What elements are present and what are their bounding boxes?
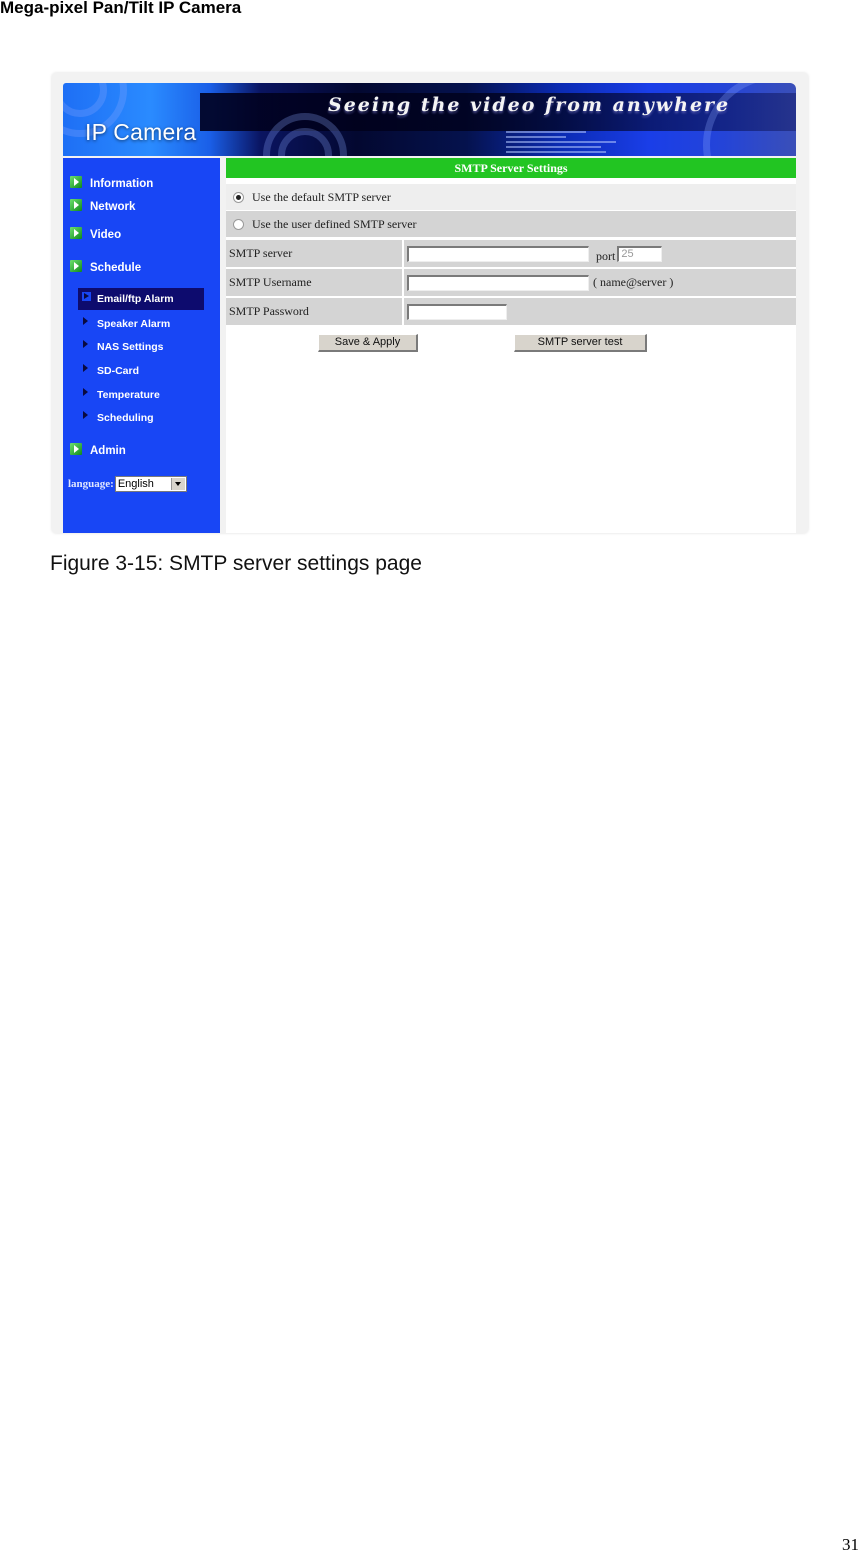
sidebar-subitem-temperature[interactable]: Temperature (83, 388, 160, 401)
smtp-server-cell: port (404, 240, 796, 267)
default-smtp-label: Use the default SMTP server (252, 189, 391, 204)
sidebar-subitem-label: SD-Card (97, 365, 140, 377)
sidebar-subitem-nas-settings[interactable]: NAS Settings (83, 340, 164, 353)
sidebar-subitem-email-ftp-alarm[interactable]: Email/ftp Alarm (78, 288, 204, 310)
sidebar-item-label: Schedule (90, 262, 142, 274)
camera-logo: IP Camera (85, 119, 197, 145)
smtp-username-cell: ( name@server ) (404, 269, 796, 296)
smtp-server-input[interactable] (407, 245, 589, 262)
figure-caption: Figure 3-15: SMTP server settings page (50, 552, 422, 575)
arrow-right-icon (83, 317, 88, 325)
sidebar-item-label: Admin (90, 445, 126, 457)
language-select[interactable]: English (114, 476, 187, 492)
arrow-right-icon (83, 388, 88, 396)
user-smtp-option[interactable]: Use the user defined SMTP server (226, 211, 796, 237)
sidebar-item-network[interactable]: Network (70, 199, 136, 213)
document-header: Mega-pixel Pan/Tilt IP Camera (0, 0, 242, 17)
arrow-right-icon (83, 364, 88, 372)
banner: IP Camera Seeing the video from anywhere (63, 83, 796, 156)
default-smtp-option[interactable]: Use the default SMTP server (226, 184, 796, 210)
green-play-icon (70, 443, 82, 455)
sidebar-item-label: Network (90, 201, 136, 213)
language-label: language: (68, 478, 114, 490)
smtp-server-label: SMTP server (226, 240, 402, 267)
green-play-icon (70, 227, 82, 239)
smtp-server-row: SMTP server port (226, 240, 796, 267)
arrow-right-icon (83, 411, 88, 419)
smtp-username-input[interactable] (407, 274, 589, 291)
sidebar-item-video[interactable]: Video (70, 227, 122, 241)
sidebar-subitem-speaker-alarm[interactable]: Speaker Alarm (83, 317, 171, 330)
smtp-password-input[interactable] (407, 303, 507, 320)
smtp-settings-panel: SMTP Server Settings Use the default SMT… (226, 158, 796, 533)
user-smtp-label: Use the user defined SMTP server (252, 216, 417, 231)
sidebar-subitem-label: Temperature (97, 389, 160, 401)
green-play-icon (70, 176, 82, 188)
language-row: language: English (68, 476, 187, 492)
port-label: port (596, 249, 616, 263)
smtp-password-cell (404, 298, 796, 325)
green-play-icon (70, 199, 82, 211)
smtp-password-row: SMTP Password (226, 298, 796, 325)
save-apply-button[interactable]: Save & Apply (318, 334, 418, 352)
user-smtp-radio[interactable] (233, 218, 244, 230)
username-format-hint: ( name@server ) (593, 275, 674, 289)
sidebar-subitem-label: Scheduling (97, 412, 154, 424)
banner-slogan: Seeing the video from anywhere (328, 94, 731, 116)
panel-title: SMTP Server Settings (226, 158, 796, 178)
sidebar-subitem-label: NAS Settings (97, 341, 164, 353)
green-play-icon (70, 260, 82, 272)
smtp-server-test-button[interactable]: SMTP server test (514, 334, 647, 352)
sidebar-item-schedule[interactable]: Schedule (70, 260, 142, 274)
language-selected-value: English (117, 478, 154, 490)
sidebar-subitem-scheduling[interactable]: Scheduling (83, 411, 154, 424)
port-input[interactable] (617, 245, 663, 262)
smtp-password-label: SMTP Password (226, 298, 402, 325)
page-number: 31 (842, 1535, 859, 1554)
sidebar-item-label: Information (90, 178, 154, 190)
sidebar-item-admin[interactable]: Admin (70, 443, 126, 457)
smtp-username-label: SMTP Username (226, 269, 402, 296)
default-smtp-radio[interactable] (233, 191, 244, 203)
banner-fine-print (506, 131, 626, 156)
sidebar-subitem-label: Email/ftp Alarm (97, 293, 174, 305)
chevron-down-icon[interactable] (170, 478, 185, 490)
sidebar-item-label: Video (90, 229, 122, 241)
sidebar: Information Network Video Schedule Email… (63, 158, 220, 533)
sidebar-subitem-label: Speaker Alarm (97, 318, 171, 330)
arrow-right-icon (83, 340, 88, 348)
arrow-right-icon (82, 292, 91, 301)
sidebar-subitem-sd-card[interactable]: SD-Card (83, 364, 140, 377)
smtp-username-row: SMTP Username ( name@server ) (226, 269, 796, 296)
sidebar-item-information[interactable]: Information (70, 176, 154, 190)
